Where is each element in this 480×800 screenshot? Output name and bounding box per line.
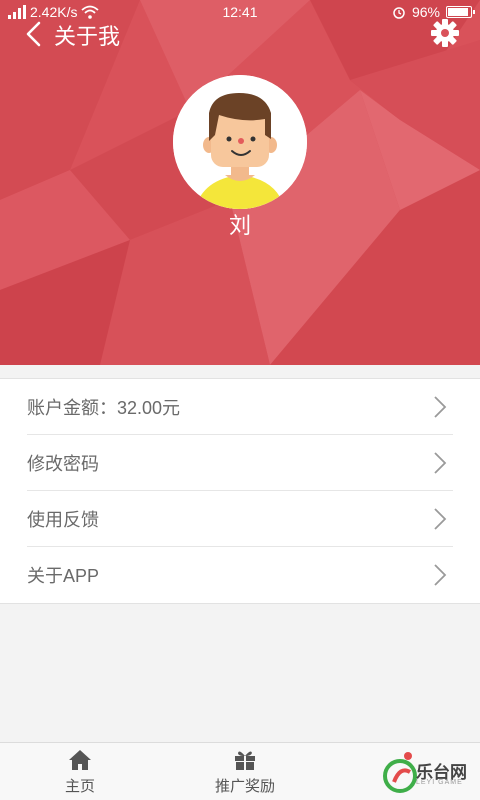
chevron-right-icon <box>434 452 447 474</box>
avatar[interactable] <box>173 75 307 209</box>
avatar-illustration <box>173 75 307 209</box>
menu-item-label: 使用反馈 <box>27 509 99 530</box>
title-bar: 关于我 <box>0 14 480 54</box>
menu-item-label: 修改密码 <box>27 453 99 474</box>
settings-gear-icon[interactable] <box>430 18 460 48</box>
menu-item-change-password[interactable]: 修改密码 <box>27 435 453 491</box>
nav-item-home[interactable]: 主页 <box>0 743 160 800</box>
chevron-right-icon <box>434 508 447 530</box>
watermark-subtext: LEYI GAME <box>416 779 463 786</box>
nav-label: 推广奖励 <box>214 778 275 795</box>
page-title: 关于我 <box>54 24 121 49</box>
username: 刘 <box>228 213 251 238</box>
menu-item-label: 账户金额：32.00元 <box>27 397 181 418</box>
back-arrow-icon[interactable] <box>22 20 46 48</box>
menu-item-about-app[interactable]: 关于APP <box>27 547 453 603</box>
profile-header: 2.42K/s 12:41 96% 关于我 刘 <box>0 0 480 365</box>
settings-menu: 账户金额：32.00元 修改密码 使用反馈 关于APP <box>0 378 480 604</box>
menu-item-feedback[interactable]: 使用反馈 <box>27 491 453 547</box>
chevron-right-icon <box>434 564 447 586</box>
menu-item-label: 关于APP <box>27 566 100 586</box>
gift-icon <box>235 751 255 770</box>
home-icon <box>69 750 91 770</box>
nav-label: 主页 <box>64 778 95 795</box>
menu-item-account-balance[interactable]: 账户金额：32.00元 <box>27 379 453 435</box>
nav-item-referral-rewards[interactable]: 推广奖励 <box>165 743 325 800</box>
chevron-right-icon <box>434 396 447 418</box>
